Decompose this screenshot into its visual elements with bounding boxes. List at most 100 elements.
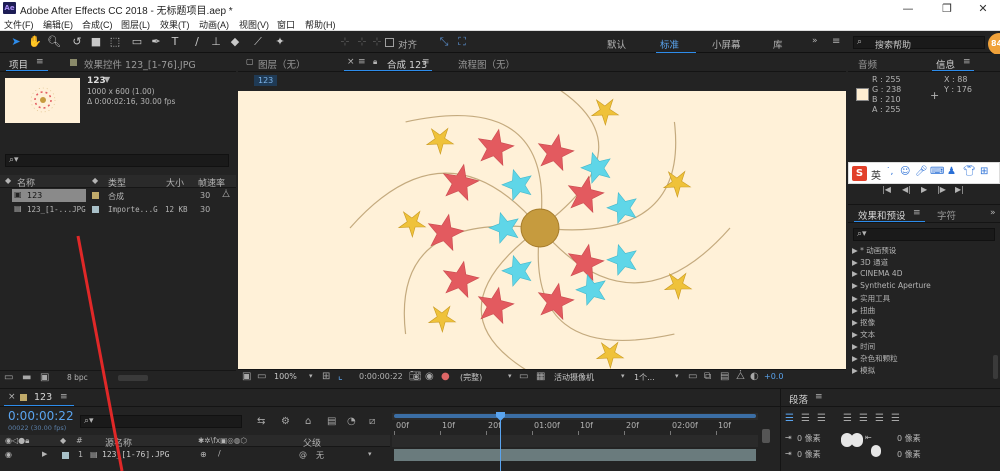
workspace-standard[interactable]: 标准 [660,37,679,51]
tab-effects-presets[interactable]: 效果和预设 [858,208,906,222]
lock-icon[interactable]: 🔒︎ [373,57,377,67]
list-item[interactable]: ▤ 123_[1-...JPG Importe...G 12 KB 30 [0,203,236,216]
effects-category-item[interactable]: ▶ 扭曲 [852,305,875,316]
menu-help[interactable]: 帮助(H) [305,18,336,31]
eraser-tool-icon[interactable]: ◆ [227,34,243,49]
more-icon[interactable]: » [990,208,996,218]
tab-flowchart[interactable]: 流程图（无） [458,57,515,71]
tab-project[interactable]: 项目 [9,57,28,71]
menu-file[interactable]: 文件(F) [4,18,34,31]
layer-quality-icon[interactable]: / [218,449,221,458]
draft-3d-icon[interactable]: ⚙ [281,416,290,427]
menu-effect[interactable]: 效果(T) [160,18,190,31]
last-frame-icon[interactable]: ▶| [955,185,964,194]
snap-feather-icon[interactable]: ⛶ [454,34,470,49]
preview-icon[interactable]: ▣ [242,371,251,382]
exposure-value[interactable]: +0.0 [764,372,783,381]
work-area-bar[interactable] [394,414,756,418]
effects-category-item[interactable]: ▶ * 动画预设 [852,245,896,256]
brush-tool-icon[interactable]: ∕ [189,34,205,49]
prev-frame-icon[interactable]: ◀| [902,185,911,194]
tab-character[interactable]: 字符 [937,208,956,222]
lock-icon[interactable]: ▢ [246,57,254,66]
resolution-select[interactable]: (完整) [460,372,482,383]
tab-info[interactable]: 信息 [936,57,955,71]
flowchart-view-icon[interactable]: ⧊ [736,371,745,382]
effects-category-item[interactable]: ▶ 模拟 [852,365,875,376]
roto-brush-tool-icon[interactable]: ⟋ [250,34,266,49]
pickwhip-icon[interactable]: @ [299,450,307,459]
zoom-dropdown-icon[interactable]: ▾ [309,372,313,380]
close-tab-icon[interactable]: × [8,392,16,402]
selection-tool-icon[interactable]: ➤ [8,34,24,49]
frame-blend-icon[interactable]: ▤ [327,416,336,427]
tab-audio[interactable]: 音频 [858,57,877,71]
ime-user-icon[interactable]: ♟ [947,166,956,177]
timeline-icon[interactable]: ▤ [720,371,729,382]
viewer-timecode[interactable]: 0:00:00:22 [359,372,403,381]
effects-search-input[interactable]: ⌕▾ [853,228,995,241]
panel-menu-icon[interactable]: ≡ [60,392,68,402]
time-ruler-area[interactable]: 00f 10f 20f 01:00f 10f 20f 02:00f 10f [392,409,762,471]
effects-category-item[interactable]: ▶ 抠像 [852,317,875,328]
grid-icon[interactable]: ⊞ [322,371,330,382]
table-row[interactable]: ◉ ▶ 1 ▤ 123_[1-76].JPG ⊕ / @ 无 ▾ [0,448,390,462]
camera-dropdown-icon[interactable]: ▾ [621,372,625,380]
effects-scrollbar[interactable] [993,355,998,379]
parent-select[interactable]: 无 [316,450,324,461]
show-snapshot-icon[interactable]: ◉ [425,371,434,382]
comp-name-tag[interactable]: 123 [254,75,278,86]
zoom-select[interactable]: 100% [274,372,297,381]
timeline-timecode[interactable]: 0:00:00:22 [8,409,74,423]
play-icon[interactable]: ▶ [921,185,927,194]
first-line-value[interactable]: 0 像素 [797,449,821,460]
composition-canvas[interactable] [238,91,846,369]
justify-center-icon[interactable]: ☰ [859,413,868,424]
current-time-indicator[interactable] [500,415,501,471]
visibility-eye-icon[interactable]: ◉ [5,450,12,459]
expand-arrow-icon[interactable]: ▶ [42,450,47,458]
ime-mode[interactable]: 英 [871,167,881,182]
effects-category-item[interactable]: ▶ 实用工具 [852,293,890,304]
close-button[interactable]: ✕ [968,0,998,17]
column-fps[interactable]: 帧速率 [198,176,225,189]
menu-composition[interactable]: 合成(C) [82,18,113,31]
align-center-icon[interactable]: ☰ [801,413,810,424]
new-folder-icon[interactable]: ▬ [22,372,31,383]
space-before-value[interactable]: 0 像素 [897,433,921,444]
graph-editor-icon[interactable]: ⧄ [369,416,375,427]
column-name[interactable]: 名称 [17,176,35,189]
justify-right-icon[interactable]: ☰ [875,413,884,424]
panel-menu-icon[interactable]: ≡ [358,57,366,67]
panel-menu-icon[interactable]: ≡ [815,392,823,402]
list-item[interactable]: ▣ 123 合成 30 ⧊ [0,189,236,202]
axis-world-icon[interactable]: ⊹ [354,34,370,49]
close-tab-icon[interactable]: × [347,57,355,67]
menu-animation[interactable]: 动画(A) [199,18,229,31]
workspace-library[interactable]: 库 [773,37,783,51]
exposure-reset-icon[interactable]: ◐ [750,371,759,382]
effects-category-item[interactable]: ▶ Synthetic Aperture [852,281,931,290]
shy-icon[interactable]: ⌂ [305,416,311,427]
tab-effect-controls[interactable]: 效果控件 123_[1-76].JPG [84,57,196,71]
new-comp-icon[interactable]: ▣ [40,372,49,383]
project-search-input[interactable]: ⌕▾ [5,154,229,167]
panel-menu-icon[interactable]: ≡ [36,57,44,67]
minimize-button[interactable]: — [893,0,923,17]
workspace-menu-icon[interactable]: ≡ [832,36,840,47]
justify-left-icon[interactable]: ☰ [843,413,852,424]
workspace-small-screen[interactable]: 小屏幕 [712,37,741,51]
axis-view-icon[interactable]: ⊹ [369,34,385,49]
camera-tool-icon[interactable]: ■ [88,34,104,49]
next-frame-icon[interactable]: |▶ [937,185,946,194]
tab-layer[interactable]: 图层（无） [258,57,306,71]
workspace-default[interactable]: 默认 [607,37,626,51]
align-right-icon[interactable]: ☰ [817,413,826,424]
align-left-icon[interactable]: ☰ [785,413,794,424]
roi-icon[interactable]: ▭ [519,371,528,382]
tab-timeline-comp[interactable]: 123 [34,392,52,403]
ime-logo-icon[interactable]: S [852,166,867,181]
region-icon[interactable]: ⌞ [338,371,343,382]
effects-category-item[interactable]: ▶ 时间 [852,341,875,352]
effects-category-item[interactable]: ▶ CINEMA 4D [852,269,902,278]
